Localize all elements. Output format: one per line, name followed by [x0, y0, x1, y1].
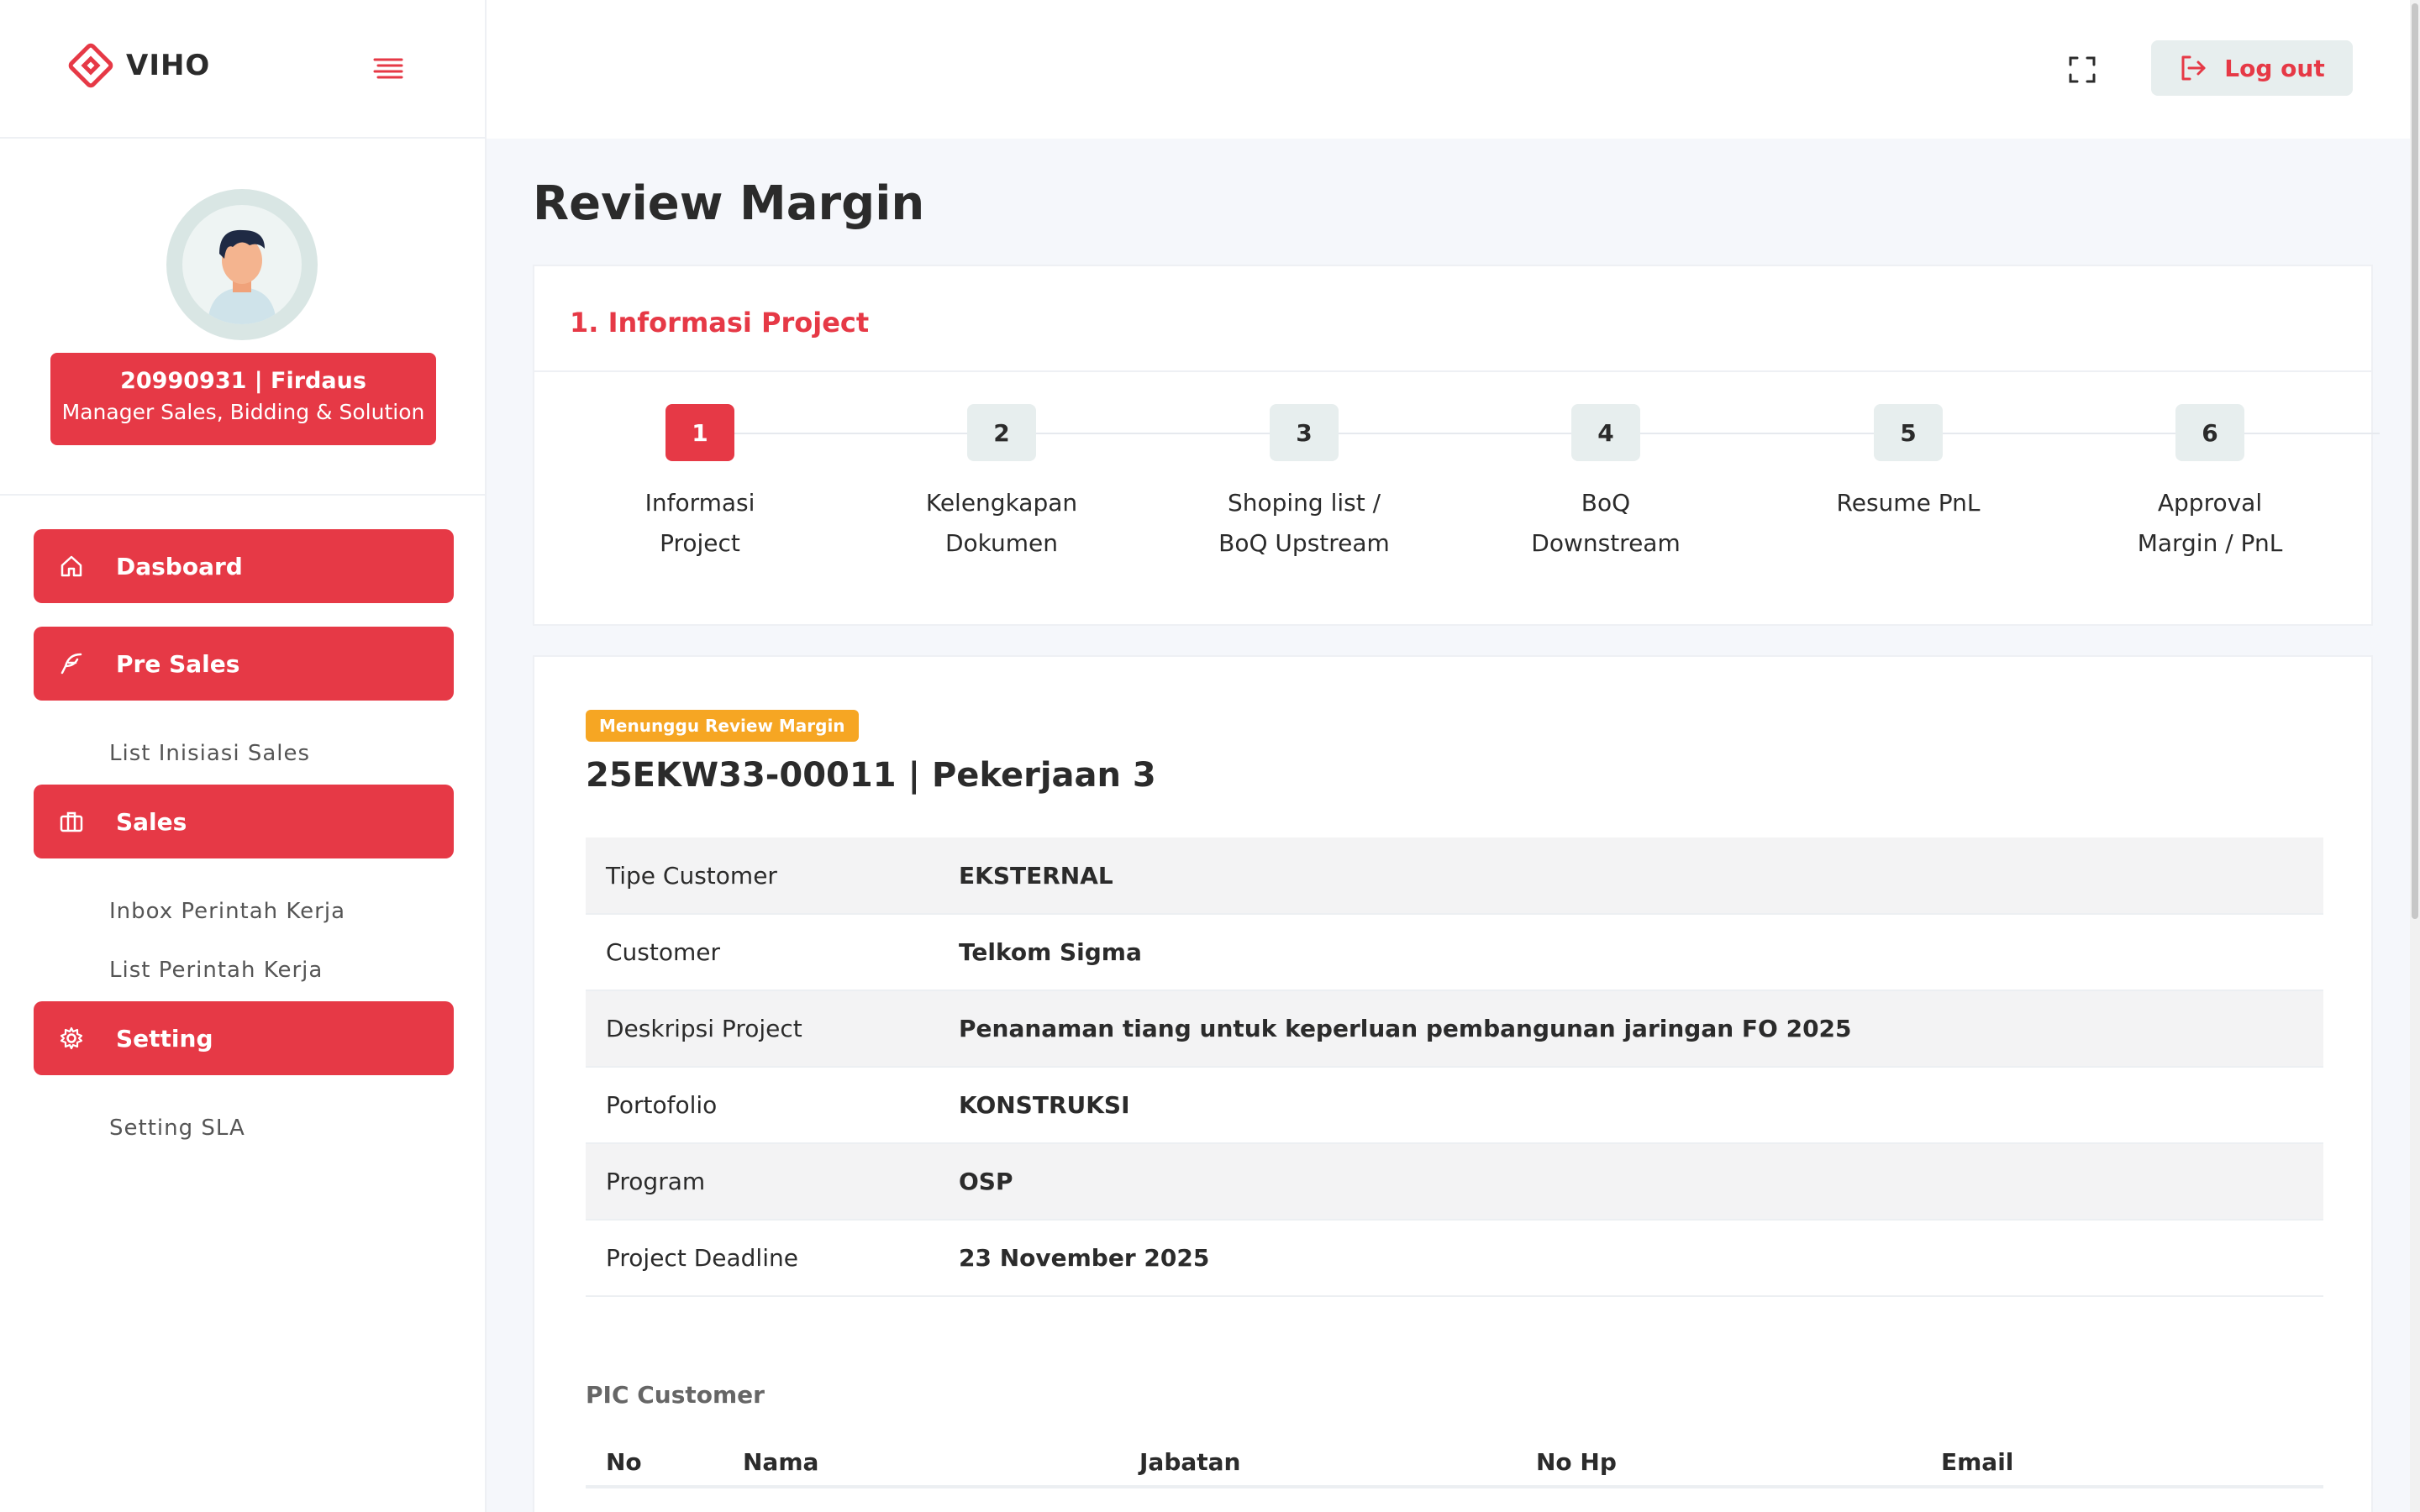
step-kelengkapan-dokumen[interactable]: 2 Kelengkapan Dokumen: [880, 372, 1123, 564]
column-header-no-hp: No Hp: [1536, 1448, 1617, 1476]
step-number: 1: [666, 404, 734, 461]
project-title: 25EKW33-00011 | Pekerjaan 3: [586, 756, 1156, 795]
menu-toggle-icon[interactable]: [373, 56, 403, 81]
column-header-nama: Nama: [743, 1448, 819, 1476]
user-avatar-icon: [208, 229, 276, 324]
section-title: 1. Informasi Project: [534, 266, 2371, 372]
logout-label: Log out: [2224, 54, 2325, 82]
step-label: Kelengkapan Dokumen: [925, 489, 1078, 557]
field-label: Customer: [606, 938, 721, 966]
field-label: Program: [606, 1168, 706, 1195]
field-value: EKSTERNAL: [959, 861, 1113, 890]
scrollbar-thumb[interactable]: [2412, 3, 2418, 919]
field-label: Deskripsi Project: [606, 1015, 802, 1042]
page-title: Review Margin: [533, 176, 925, 231]
step-label: BoQ Downstream: [1531, 489, 1681, 557]
table-row: Portofolio KONSTRUKSI: [586, 1067, 2323, 1143]
table-row: Customer Telkom Sigma: [586, 914, 2323, 990]
logo[interactable]: VIHO: [67, 42, 210, 89]
field-label: Project Deadline: [606, 1244, 798, 1272]
table-row: Project Deadline 23 November 2025: [586, 1220, 2323, 1296]
step-shoping-list[interactable]: 3 Shoping list / BoQ Upstream: [1182, 372, 1426, 564]
sidebar-subitem-setting-sla[interactable]: Setting SLA: [109, 1116, 245, 1141]
fullscreen-icon[interactable]: [2068, 55, 2096, 84]
step-number: 6: [2175, 404, 2244, 461]
logout-icon: [2181, 55, 2206, 81]
step-number: 2: [967, 404, 1036, 461]
step-approval-margin[interactable]: 6 Approval Margin / PnL: [2088, 372, 2332, 564]
sidebar-item-label: Sales: [116, 807, 187, 836]
top-header: Log out: [487, 0, 2420, 139]
field-value: KONSTRUKSI: [959, 1091, 1130, 1119]
field-value: OSP: [959, 1168, 1013, 1195]
step-label: Approval Margin / PnL: [2137, 489, 2283, 557]
table-row: Deskripsi Project Penanaman tiang untuk …: [586, 990, 2323, 1067]
sidebar-item-presales[interactable]: Pre Sales: [34, 627, 454, 701]
stepper: 1 Informasi Project 2 Kelengkapan Dokume…: [534, 372, 2380, 624]
sidebar: VIHO 20990931 | Firdaus Manager Sales, B…: [0, 0, 487, 1512]
feather-icon: [60, 653, 82, 675]
sidebar-subitem-inbox-perintah-kerja[interactable]: Inbox Perintah Kerja: [109, 899, 345, 924]
field-value: Penanaman tiang untuk keperluan pembangu…: [959, 1015, 1852, 1042]
sidebar-item-dashboard[interactable]: Dasboard: [34, 529, 454, 603]
pic-table-header: No Nama Jabatan No Hp Email: [586, 1431, 2323, 1488]
step-number: 3: [1270, 404, 1339, 461]
step-boq-downstream[interactable]: 4 BoQ Downstream: [1484, 372, 1728, 564]
gear-icon: [60, 1026, 83, 1050]
logout-button[interactable]: Log out: [2151, 40, 2353, 96]
status-badge: Menunggu Review Margin: [586, 710, 859, 742]
profile-section: 20990931 | Firdaus Manager Sales, Biddin…: [0, 139, 485, 496]
field-label: Tipe Customer: [606, 861, 777, 890]
sidebar-subitem-list-inisiasi-sales[interactable]: List Inisiasi Sales: [109, 741, 310, 766]
column-header-email: Email: [1941, 1448, 2014, 1476]
pic-customer-title: PIC Customer: [586, 1381, 765, 1409]
page-scrollbar[interactable]: [2410, 0, 2420, 1512]
sidebar-item-label: Setting: [116, 1024, 213, 1053]
user-role: Manager Sales, Bidding & Solution: [61, 400, 425, 424]
table-row: Program OSP: [586, 1143, 2323, 1220]
step-label: Informasi Project: [644, 489, 755, 557]
sidebar-item-setting[interactable]: Setting: [34, 1001, 454, 1075]
step-number: 4: [1571, 404, 1640, 461]
profile-card[interactable]: 20990931 | Firdaus Manager Sales, Biddin…: [50, 353, 436, 445]
step-label: Shoping list / BoQ Upstream: [1218, 489, 1390, 557]
step-resume-pnl[interactable]: 5 Resume PnL: [1786, 372, 2030, 523]
avatar[interactable]: [166, 189, 318, 340]
step-label: Resume PnL: [1836, 489, 1981, 517]
briefcase-icon: [60, 811, 83, 832]
table-row: Tipe Customer EKSTERNAL: [586, 837, 2323, 914]
logo-bar: VIHO: [0, 0, 485, 139]
column-header-jabatan: Jabatan: [1139, 1448, 1241, 1476]
sidebar-item-label: Dasboard: [116, 552, 243, 580]
step-number: 5: [1874, 404, 1943, 461]
project-detail-card: Menunggu Review Margin 25EKW33-00011 | P…: [533, 655, 2373, 1512]
project-info-stepper-card: 1. Informasi Project 1 Informasi Project…: [533, 265, 2380, 626]
column-header-no: No: [606, 1448, 642, 1476]
field-value: 23 November 2025: [959, 1244, 1210, 1272]
project-info-table: Tipe Customer EKSTERNAL Customer Telkom …: [586, 837, 2323, 1297]
viho-logo-icon: [68, 43, 113, 88]
field-value: Telkom Sigma: [959, 938, 1142, 966]
step-informasi-project[interactable]: 1 Informasi Project: [578, 372, 822, 564]
sidebar-subitem-list-perintah-kerja[interactable]: List Perintah Kerja: [109, 958, 323, 983]
field-label: Portofolio: [606, 1091, 718, 1119]
sidebar-item-sales[interactable]: Sales: [34, 785, 454, 858]
user-id-name: 20990931 | Firdaus: [120, 368, 366, 394]
sidebar-item-label: Pre Sales: [116, 649, 240, 678]
home-icon: [60, 555, 82, 577]
app-name: VIHO: [126, 49, 211, 82]
